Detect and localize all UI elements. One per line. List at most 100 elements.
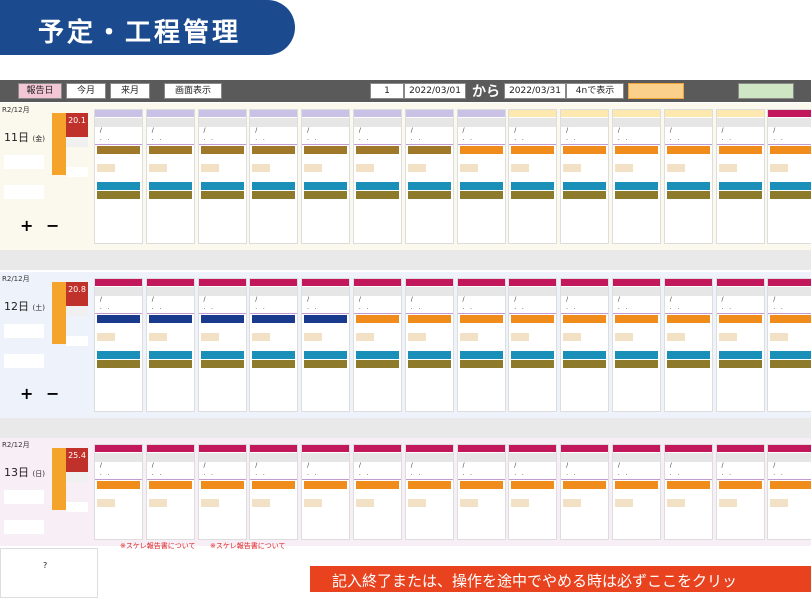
quantity-box[interactable] xyxy=(666,499,685,507)
quantity-box[interactable] xyxy=(718,333,737,341)
quantity-box[interactable] xyxy=(718,499,737,507)
schedule-card[interactable]: / . . xyxy=(560,109,610,244)
quantity-box[interactable] xyxy=(356,164,374,172)
green-button[interactable] xyxy=(738,83,794,99)
schedule-card[interactable]: / . . xyxy=(404,109,454,244)
schedule-card[interactable]: / . . xyxy=(456,109,506,244)
memo-box[interactable] xyxy=(4,354,44,368)
quantity-box[interactable] xyxy=(615,164,633,172)
quantity-box[interactable] xyxy=(511,333,530,341)
this-month-button[interactable]: 今月 xyxy=(66,83,106,99)
quantity-box[interactable] xyxy=(252,333,271,341)
quantity-box[interactable] xyxy=(356,333,374,341)
finish-warning-button[interactable]: 記入終了または、操作を途中でやめる時は必ずここをクリッ xyxy=(310,566,811,592)
quantity-box[interactable] xyxy=(459,499,478,507)
schedule-card[interactable]: / . . xyxy=(249,109,299,244)
quantity-box[interactable] xyxy=(407,164,426,172)
schedule-card[interactable]: / . . xyxy=(353,444,402,540)
quantity-box[interactable] xyxy=(770,499,789,507)
add-button[interactable]: + xyxy=(20,384,33,403)
schedule-card[interactable]: / . . xyxy=(301,444,351,540)
schedule-card[interactable]: / . . xyxy=(456,444,506,540)
schedule-card[interactable]: / . . xyxy=(404,444,454,540)
schedule-card[interactable]: / . . xyxy=(249,444,299,540)
schedule-card[interactable]: / . . xyxy=(767,278,811,412)
schedule-card[interactable]: / . . xyxy=(353,278,402,412)
quantity-box[interactable] xyxy=(148,333,167,341)
schedule-card[interactable]: / . . xyxy=(612,278,661,412)
count-input[interactable]: 1 xyxy=(370,83,404,99)
quantity-box[interactable] xyxy=(304,333,323,341)
quantity-box[interactable] xyxy=(200,499,219,507)
schedule-card[interactable]: / . . xyxy=(301,109,351,244)
quantity-box[interactable] xyxy=(407,333,426,341)
show-button[interactable]: 4nで表示 xyxy=(566,83,624,99)
quantity-box[interactable] xyxy=(718,164,737,172)
schedule-card[interactable]: / . . xyxy=(508,278,558,412)
remove-button[interactable]: − xyxy=(46,216,59,235)
quantity-box[interactable] xyxy=(459,164,478,172)
screen-display-button[interactable]: 画面表示 xyxy=(164,83,222,99)
quantity-box[interactable] xyxy=(304,164,323,172)
remove-button[interactable]: − xyxy=(46,384,59,403)
quantity-box[interactable] xyxy=(770,164,789,172)
schedule-card[interactable]: / . . xyxy=(301,278,351,412)
quantity-box[interactable] xyxy=(407,499,426,507)
quantity-box[interactable] xyxy=(563,164,582,172)
memo-box[interactable] xyxy=(4,490,44,504)
schedule-card[interactable]: / . . xyxy=(560,444,610,540)
quantity-box[interactable] xyxy=(666,164,685,172)
quantity-box[interactable] xyxy=(511,499,530,507)
schedule-card[interactable]: / . . xyxy=(715,444,765,540)
schedule-card[interactable]: / . . xyxy=(715,109,765,244)
start-date-input[interactable]: 2022/03/01 xyxy=(404,83,466,99)
quantity-box[interactable] xyxy=(200,164,219,172)
quantity-box[interactable] xyxy=(200,333,219,341)
schedule-card[interactable]: / . . xyxy=(508,109,558,244)
quantity-box[interactable] xyxy=(615,499,633,507)
schedule-card[interactable]: / . . xyxy=(456,278,506,412)
schedule-card[interactable]: / . . xyxy=(715,278,765,412)
quantity-box[interactable] xyxy=(770,333,789,341)
quantity-box[interactable] xyxy=(148,499,167,507)
quantity-box[interactable] xyxy=(511,164,530,172)
schedule-card[interactable]: / . . xyxy=(145,444,195,540)
schedule-card[interactable]: / . . xyxy=(197,109,247,244)
report-day-button[interactable]: 報告日 xyxy=(18,83,62,99)
schedule-card[interactable]: / . . xyxy=(767,444,811,540)
quantity-box[interactable] xyxy=(563,333,582,341)
quantity-box[interactable] xyxy=(97,333,115,341)
memo-box[interactable] xyxy=(4,155,44,169)
schedule-card[interactable]: / . . xyxy=(197,444,247,540)
schedule-card[interactable]: / . . xyxy=(663,278,713,412)
schedule-card[interactable]: / . . xyxy=(612,444,661,540)
quantity-box[interactable] xyxy=(563,499,582,507)
quantity-box[interactable] xyxy=(304,499,323,507)
schedule-card[interactable]: / . . xyxy=(197,278,247,412)
schedule-card[interactable]: / . . xyxy=(145,278,195,412)
quantity-box[interactable] xyxy=(459,333,478,341)
next-month-button[interactable]: 来月 xyxy=(110,83,150,99)
memo-box[interactable] xyxy=(4,324,44,338)
quantity-box[interactable] xyxy=(356,499,374,507)
end-date-input[interactable]: 2022/03/31 xyxy=(504,83,566,99)
quantity-box[interactable] xyxy=(97,499,115,507)
report-note-1[interactable]: ※スケレ報告書について xyxy=(120,541,196,551)
memo-box[interactable] xyxy=(4,185,44,199)
schedule-card[interactable]: / . . xyxy=(353,109,402,244)
quantity-box[interactable] xyxy=(666,333,685,341)
schedule-card[interactable]: / . . xyxy=(404,278,454,412)
schedule-card[interactable]: / . . xyxy=(767,109,811,244)
orange-button[interactable] xyxy=(628,83,684,99)
schedule-card[interactable]: / . . xyxy=(145,109,195,244)
quantity-box[interactable] xyxy=(252,499,271,507)
schedule-card[interactable]: / . . xyxy=(249,278,299,412)
schedule-card[interactable]: / . . xyxy=(663,109,713,244)
schedule-card[interactable]: / . . xyxy=(612,109,661,244)
schedule-card[interactable]: / . . xyxy=(94,278,143,412)
quantity-box[interactable] xyxy=(252,164,271,172)
schedule-card[interactable]: / . . xyxy=(94,109,143,244)
quantity-box[interactable] xyxy=(148,164,167,172)
schedule-card[interactable]: / . . xyxy=(508,444,558,540)
schedule-card[interactable]: / . . xyxy=(663,444,713,540)
